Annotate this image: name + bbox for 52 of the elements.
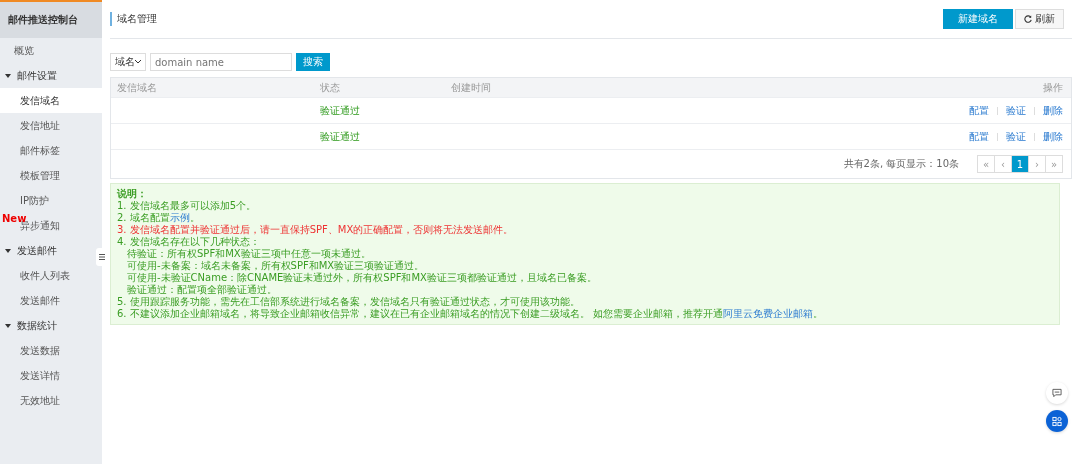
sidebar-group[interactable]: 数据统计 [0,313,102,338]
sidebar-item[interactable]: 发送数据 [0,338,102,363]
column-header: 操作 [1042,80,1064,95]
action-link[interactable]: 删除 [1043,103,1063,118]
sidebar-group[interactable]: 邮件设置 [0,63,102,88]
sidebar-item[interactable]: 发送邮件 [0,288,102,313]
note-line: 1. 发信域名最多可以添加5个。 [117,200,258,212]
action-link[interactable]: 配置 [969,129,989,144]
note-line: 3. 发信域名配置并验证通过后，请一直保持SPF、MX的正确配置，否则将无法发送邮件。 [117,224,515,236]
apps-icon [1052,415,1062,427]
sidebar-item[interactable]: 收件人列表 [0,263,102,288]
note-link[interactable]: 示例 [169,212,190,223]
column-header: 发信域名 [116,80,158,95]
note-line: 验证通过：配置项全部验证通过。 [126,284,278,296]
action-link[interactable]: 验证 [1006,129,1026,144]
sidebar-item[interactable]: 邮件标签 [0,138,102,163]
search-field[interactable]: domain name [150,53,292,71]
sidebar-item[interactable]: IP防护 [0,188,102,213]
action-link[interactable]: 配置 [969,103,989,118]
sidebar-item[interactable]: 概览 [0,38,102,63]
console-title: 邮件推送控制台 [0,2,102,38]
page-title: 域名管理 [110,12,157,26]
column-header: 创建时间 [450,80,492,95]
menu-icon [99,254,105,260]
sidebar-item[interactable]: 模板管理 [0,163,102,188]
collapse-handle[interactable] [96,248,108,266]
chevron-down-icon [135,60,141,64]
chat-button[interactable] [1046,382,1068,404]
sidebar-item[interactable]: 无效地址 [0,388,102,413]
note-link[interactable]: 阿里云免费企业邮箱 [722,308,813,319]
refresh-icon [1024,15,1032,23]
action-link[interactable]: 删除 [1043,129,1063,144]
note-line: 6. 不建议添加企业邮箱域名，将导致企业邮箱收信异常，建议在已有企业邮箱域名的情况下创建二级域名。 如您需要企业邮箱，推荐开通阿里云免费企业邮箱。 [117,308,824,320]
note-line: 5. 使用跟踪服务功能，需先在工信部系统进行域名备案，发信域名只有验证通过状态，才可使用该功能。 [117,296,581,308]
pagination-summary: 共有2条, 每页显示：10条 [843,157,959,171]
filter-select[interactable]: 域名 [110,53,146,71]
apps-button[interactable] [1046,410,1068,432]
sidebar-item[interactable]: 发送详情 [0,363,102,388]
sidebar-item[interactable]: 发信域名 [0,88,102,113]
notes-title: 说明： [117,188,148,200]
action-link[interactable]: 验证 [1006,103,1026,118]
status-text: 验证通过 [319,103,361,118]
refresh-button[interactable]: 刷新 [1015,9,1064,29]
sidebar-item[interactable]: 发信地址 [0,113,102,138]
note-line: 2. 域名配置示例。 [117,212,201,224]
note-line: 待验证：所有权SPF和MX验证三项中任意一项未通过。 [126,248,372,260]
status-text: 验证通过 [319,129,361,144]
chat-icon [1052,388,1062,398]
note-line: 可使用-未备案：域名未备案，所有权SPF和MX验证三项验证通过。 [126,260,426,272]
note-line: 可使用-未验证CName：除CNAME验证未通过外，所有权SPF和MX验证三项都验证通过，且域名已备案。 [126,272,598,284]
note-line: 4. 发信域名存在以下几种状态： [117,236,261,248]
column-header: 状态 [319,80,341,95]
